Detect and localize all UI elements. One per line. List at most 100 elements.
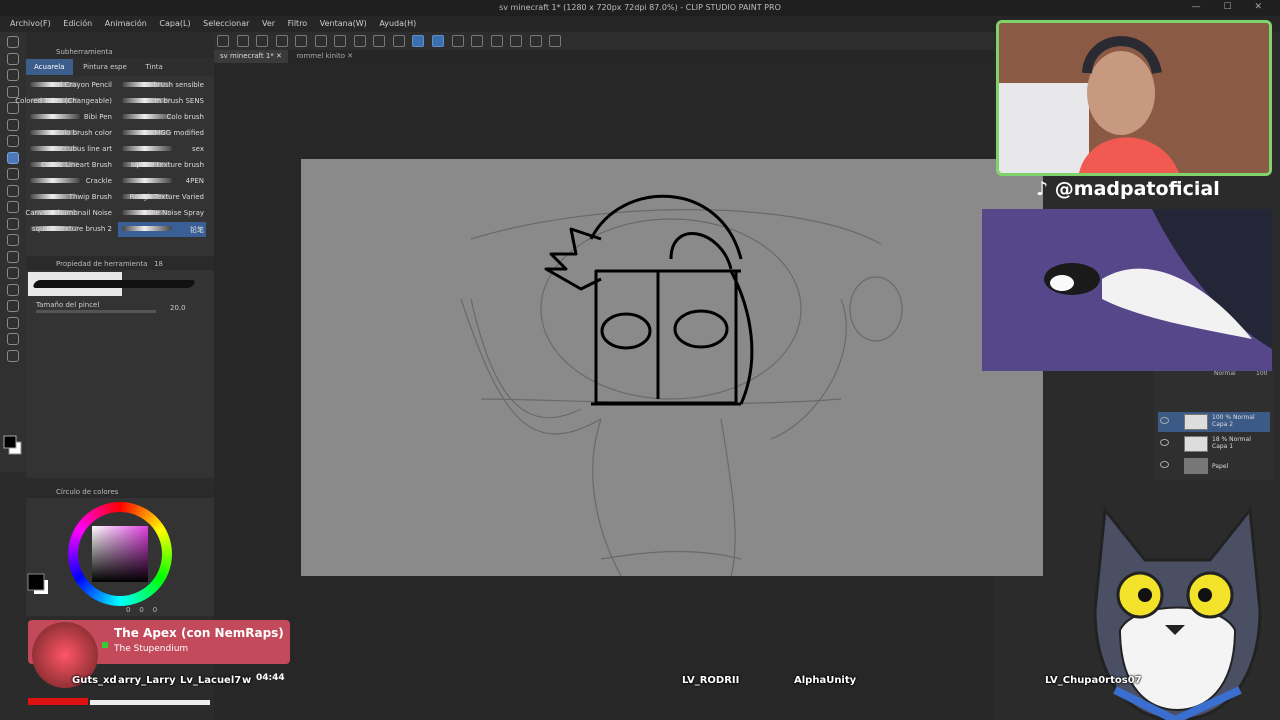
brush-item[interactable]: sex — [118, 142, 206, 157]
clear-icon[interactable] — [334, 35, 347, 47]
eraser-tool-icon[interactable] — [7, 201, 19, 213]
tiktok-handle-text: @madpatoficial — [1054, 178, 1220, 200]
menu-edicion[interactable]: Edición — [63, 19, 92, 28]
zoom-tool-icon[interactable] — [7, 36, 19, 48]
brush-item[interactable]: Thwip Brush — [26, 190, 114, 205]
brush-item[interactable]: Comic Lineart Brush — [26, 158, 114, 173]
viewer-name: w — [242, 675, 252, 686]
eye-icon[interactable] — [1160, 417, 1169, 424]
brush-item[interactable]: Colo brush color — [26, 126, 114, 141]
layer-row[interactable]: 18 % Normal Capa 1 — [1158, 434, 1270, 454]
eye-icon[interactable] — [1160, 439, 1169, 446]
settings-icon[interactable] — [549, 35, 562, 47]
brush-size-slider[interactable] — [36, 310, 156, 313]
blend-tool-icon[interactable] — [7, 217, 19, 230]
brush-item[interactable]: square texture brush 2 — [26, 222, 114, 237]
brush-item[interactable]: Bibi Pen — [26, 110, 114, 125]
rotate-icon[interactable] — [490, 35, 503, 47]
brush-item[interactable]: HIMGG modified — [118, 126, 206, 141]
redo-icon[interactable] — [314, 35, 327, 47]
operation-tool-icon[interactable] — [7, 69, 19, 81]
zoom-icon[interactable] — [510, 35, 523, 47]
tab-tinta[interactable]: Tinta — [137, 59, 170, 75]
menu-ventana[interactable]: Ventana(W) — [320, 19, 367, 28]
layer-row[interactable]: Papel — [1158, 456, 1270, 476]
figure-tool-icon[interactable] — [7, 267, 19, 279]
brush-item[interactable]: Colo brush — [118, 110, 206, 125]
layer-opacity[interactable]: 100 — [1256, 370, 1267, 377]
crop-icon[interactable] — [373, 35, 386, 47]
flip-icon[interactable] — [471, 35, 484, 47]
transform-icon[interactable] — [353, 35, 366, 47]
menu-ayuda[interactable]: Ayuda(H) — [379, 19, 416, 28]
brush-item[interactable]: m brush sensible — [118, 78, 206, 93]
correct-line-tool-icon[interactable] — [7, 349, 19, 362]
decoration-tool-icon[interactable] — [7, 184, 19, 197]
brush-item[interactable]: Succubus line art — [26, 142, 114, 157]
new-file-icon[interactable] — [217, 35, 229, 47]
eye-icon[interactable] — [1160, 461, 1169, 468]
tab-rommel-kinito[interactable]: rommel kinito ✕ — [290, 50, 359, 63]
brush-item[interactable]: Line Noise Spray — [118, 206, 206, 221]
pen-settings-icon[interactable] — [451, 35, 464, 47]
brush-item[interactable]: m brush SENS — [118, 94, 206, 109]
tool-property-title: Propiedad de herramienta 18 — [26, 258, 214, 270]
gradient-tool-icon[interactable] — [7, 250, 19, 263]
pencil-tool-icon[interactable] — [7, 135, 19, 147]
color-swatch-icon[interactable] — [26, 572, 52, 606]
brush-item[interactable]: Colored Trees (Changeable) — [15, 94, 114, 109]
export-icon[interactable] — [275, 35, 288, 47]
pen-tool-icon[interactable] — [7, 118, 19, 131]
menu-archivo[interactable]: Archivo(F) — [10, 19, 51, 28]
fill-tool-icon[interactable] — [7, 234, 19, 246]
select-icon[interactable] — [529, 35, 542, 47]
window-controls[interactable]: — ☐ ✕ — [1192, 2, 1272, 12]
cat-video — [982, 209, 1272, 371]
brush-name: square texture brush — [130, 161, 204, 169]
open-icon[interactable] — [236, 35, 249, 47]
fill-icon[interactable] — [392, 35, 405, 47]
airbrush-tool-icon[interactable] — [7, 168, 19, 180]
tab-pintura-espesa[interactable]: Pintura espe — [75, 59, 135, 75]
snap-ruler-icon[interactable] — [412, 35, 425, 47]
brush-item[interactable]: Crackle — [26, 174, 114, 189]
brush-item[interactable]: square texture brush — [118, 158, 206, 173]
saturation-value-square[interactable] — [92, 526, 148, 582]
cat-camera-feed — [982, 209, 1272, 371]
menu-ver[interactable]: Ver — [262, 19, 275, 28]
brush-item[interactable]: 4PEN — [118, 174, 206, 189]
progress-bar — [90, 700, 210, 705]
layer-panel: Normal 100 100 % Normal Capa 2 18 % Norma… — [1154, 370, 1274, 480]
brush-item-selected[interactable]: 铅笔 — [118, 222, 206, 237]
layer-row[interactable]: 100 % Normal Capa 2 — [1158, 412, 1270, 432]
balloon-tool-icon[interactable] — [7, 333, 19, 345]
tab-sv-minecraft[interactable]: sv minecraft 1* ✕ — [214, 50, 288, 63]
snap-grid-icon[interactable] — [432, 35, 445, 47]
brush-tool-icon[interactable] — [7, 151, 19, 164]
text-tool-icon[interactable] — [7, 316, 19, 329]
menu-animacion[interactable]: Animación — [105, 19, 147, 28]
menu-capa[interactable]: Capa(L) — [159, 19, 190, 28]
undo-icon[interactable] — [295, 35, 308, 47]
ruler-tool-icon[interactable] — [7, 300, 19, 312]
menu-filtro[interactable]: Filtro — [288, 19, 308, 28]
menu-seleccionar[interactable]: Seleccionar — [203, 19, 249, 28]
lasso-tool-icon[interactable] — [7, 85, 19, 98]
health-bar — [28, 698, 88, 705]
brush-item[interactable]: Canvas Thumbnail Noise — [25, 206, 114, 221]
drawing-canvas[interactable] — [301, 159, 1043, 576]
brush-item[interactable]: Rough Texture Varied — [118, 190, 206, 205]
main-sub-color-icon[interactable] — [3, 434, 23, 456]
move-tool-icon[interactable] — [7, 52, 19, 65]
brush-name: Bibi Pen — [83, 113, 112, 121]
brush-size-value[interactable]: 20.0 — [170, 304, 186, 312]
tab-acuarela[interactable]: Acuarela — [26, 59, 73, 75]
brush-name: HIMGG modified — [146, 129, 204, 137]
layer-blend-mode[interactable]: Normal — [1214, 370, 1236, 377]
save-icon[interactable] — [256, 35, 269, 47]
brush-name: Rough Texture Varied — [129, 193, 204, 201]
brush-name: Colored Trees (Changeable) — [15, 97, 112, 105]
brush-item[interactable]: Sai Crayon Pencil — [26, 78, 114, 93]
frame-tool-icon[interactable] — [7, 283, 19, 296]
webcam-feed — [996, 20, 1272, 176]
